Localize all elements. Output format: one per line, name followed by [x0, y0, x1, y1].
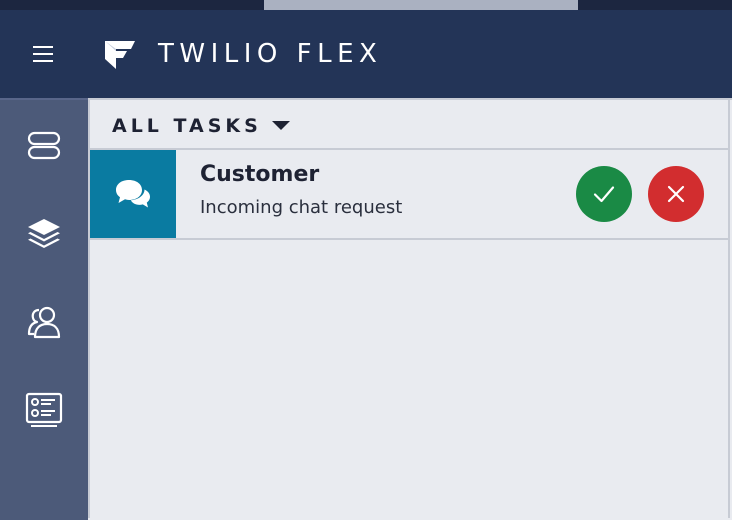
accept-task-button[interactable] — [576, 166, 632, 222]
task-filter-bar: ALL TASKS — [90, 100, 728, 150]
layers-icon — [28, 219, 60, 248]
server-icon — [27, 131, 61, 160]
list-card-icon — [25, 392, 63, 427]
sidebar-item-queues[interactable] — [20, 298, 68, 346]
tab-active[interactable] — [264, 0, 578, 10]
sidebar-item-insights[interactable] — [20, 386, 68, 434]
content-right-divider — [728, 100, 730, 518]
check-icon — [593, 186, 615, 203]
task-channel-badge — [90, 150, 176, 238]
chat-bubbles-icon — [116, 180, 150, 208]
task-title: Customer — [200, 162, 320, 187]
brand-name: TWILIO FLEX — [158, 39, 383, 69]
task-list-panel: ALL TASKS Customer Incoming chat request — [90, 100, 728, 518]
sidebar-item-teams[interactable] — [20, 210, 68, 258]
tab-left[interactable] — [0, 0, 262, 10]
hamburger-menu-icon[interactable] — [30, 43, 56, 65]
task-status: Incoming chat request — [200, 197, 403, 218]
browser-tab-strip — [0, 0, 732, 10]
chevron-down-icon[interactable] — [272, 121, 290, 130]
task-filter-label: ALL TASKS — [112, 115, 262, 137]
task-item[interactable]: Customer Incoming chat request — [90, 150, 728, 240]
reject-task-button[interactable] — [648, 166, 704, 222]
users-icon — [27, 306, 61, 339]
sidebar-item-agent-desktop[interactable] — [20, 122, 68, 170]
close-icon — [667, 185, 685, 203]
app-header: TWILIO FLEX — [0, 10, 732, 98]
side-navigation — [0, 98, 88, 520]
tab-right[interactable] — [580, 0, 732, 10]
twilio-flex-logo-icon — [105, 41, 135, 69]
